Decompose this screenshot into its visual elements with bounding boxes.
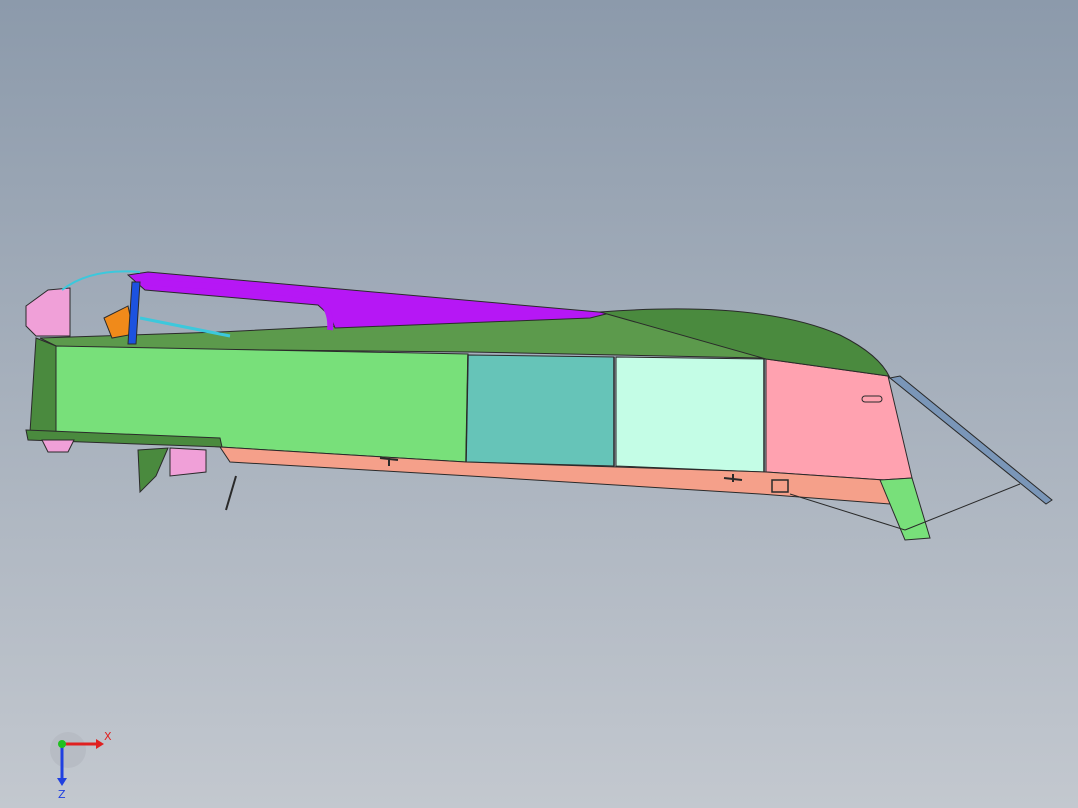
cable-top[interactable]	[61, 270, 141, 291]
triad-x-arrow	[96, 739, 104, 749]
triad-z-label: Z	[58, 788, 66, 800]
stern-ball[interactable]	[41, 439, 75, 453]
3d-viewport[interactable]: X Z	[0, 0, 1078, 808]
stern-bracket[interactable]	[25, 287, 71, 337]
panel-mint[interactable]	[615, 356, 765, 473]
stern-pole	[225, 475, 237, 511]
triad-origin-shadow	[50, 732, 86, 768]
front-skeg[interactable]	[879, 477, 931, 541]
triad-z-arrow	[57, 778, 67, 786]
orientation-triad[interactable]: X Z	[40, 720, 130, 800]
tie-wire-2	[904, 483, 1021, 531]
stern-duct[interactable]	[169, 447, 207, 477]
triad-x-label: X	[104, 730, 112, 743]
hull-left-side[interactable]	[29, 337, 57, 433]
purple-strut[interactable]	[126, 271, 611, 329]
triad-y-axis-dot	[58, 740, 66, 748]
panel-teal[interactable]	[465, 354, 615, 467]
stern-fin[interactable]	[137, 447, 169, 494]
cad-model-view[interactable]	[0, 0, 1078, 808]
hull-side-panel[interactable]	[55, 345, 469, 463]
